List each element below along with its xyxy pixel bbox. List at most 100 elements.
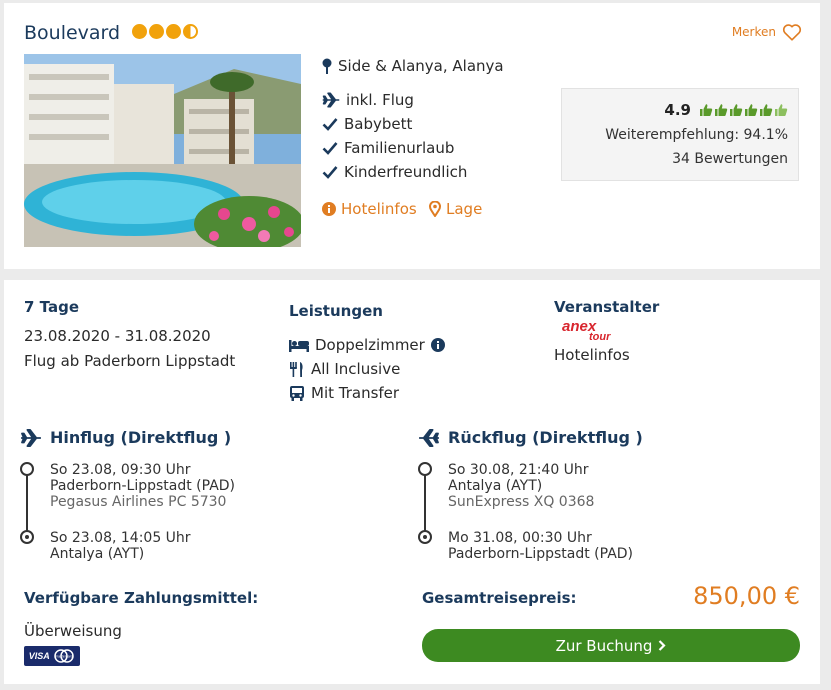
return-arr-airport: Paderborn-Lippstadt (PAD) [448, 546, 634, 562]
card-logos: VISA mastercard [24, 646, 80, 666]
thumbs-up-icon [715, 104, 728, 116]
travel-dates: 23.08.2020 - 31.08.2020 [24, 327, 211, 345]
operator-title: Veranstalter [554, 298, 660, 316]
return-arr-time: Mo 31.08, 00:30 Uhr [448, 530, 592, 546]
outbound-arrival: So 23.08, 14:05 Uhr Antalya (AYT) [50, 530, 191, 562]
operator-logo: anex tour [562, 319, 622, 345]
hotel-name[interactable]: Boulevard [24, 22, 120, 44]
outbound-timeline [20, 462, 34, 546]
location-text: Side & Alanya, Alanya [338, 57, 504, 75]
services-title: Leistungen [289, 302, 383, 320]
feature-label: Babybett [344, 115, 413, 133]
book-button[interactable]: Zur Buchung [422, 629, 800, 662]
plane-icon [21, 428, 41, 447]
hotel-photo[interactable] [24, 54, 301, 247]
thumbs-up-icon [760, 104, 773, 116]
offer-card: 7 Tage 23.08.2020 - 31.08.2020 Flug ab P… [4, 280, 820, 684]
outbound-header: Hinflug (Direktflug ) [20, 428, 231, 447]
rating-summary: 4.9 [664, 101, 788, 119]
departure-airport: Flug ab Paderborn Lippstadt [24, 352, 236, 370]
return-timeline [418, 462, 432, 546]
return-dep-time: So 30.08, 21:40 Uhr [448, 462, 589, 478]
cutlery-icon [290, 362, 303, 377]
bed-icon [289, 340, 309, 352]
lage-link[interactable]: Lage [429, 200, 482, 218]
info-icon[interactable] [430, 338, 445, 352]
mastercard-icon: mastercard [54, 649, 74, 663]
map-pin-icon [322, 58, 332, 74]
service-board: All Inclusive [289, 360, 400, 378]
lage-label: Lage [446, 200, 483, 218]
star-rating [132, 24, 198, 39]
heart-icon [782, 24, 802, 41]
return-airline: SunExpress XQ 0368 [448, 494, 595, 510]
recommendation-rate: Weiterempfehlung: 94.1% [605, 127, 788, 143]
outbound-arr-time: So 23.08, 14:05 Uhr [50, 530, 191, 546]
arrival-dot [418, 530, 432, 544]
duration: 7 Tage [24, 298, 79, 316]
service-transfer: Mit Transfer [289, 384, 399, 402]
check-icon [322, 166, 338, 179]
return-header: Rückflug (Direktflug ) [418, 428, 643, 447]
review-count[interactable]: 34 Bewertungen [672, 151, 788, 167]
check-icon [322, 118, 338, 131]
service-label: Mit Transfer [311, 384, 400, 402]
thumbs-up-icon [745, 104, 758, 116]
info-icon [322, 202, 336, 216]
thumbs-rating [699, 103, 788, 117]
chevron-right-icon [659, 640, 666, 651]
outbound-title: Hinflug (Direktflug ) [50, 428, 232, 447]
return-title: Rückflug (Direktflug ) [448, 428, 643, 447]
hotel-photo-image [24, 54, 301, 247]
feature-flight: inkl. Flug [322, 91, 414, 109]
departure-dot [20, 462, 34, 476]
hotel-card: Boulevard Merken Side & Alanya, Alanya i… [4, 3, 820, 269]
return-departure: So 30.08, 21:40 Uhr Antalya (AYT) SunExp… [448, 462, 594, 510]
outbound-airline: Pegasus Airlines PC 5730 [50, 494, 227, 510]
check-icon [322, 142, 338, 155]
service-label: All Inclusive [311, 360, 401, 378]
location: Side & Alanya, Alanya [322, 57, 504, 75]
outbound-arr-airport: Antalya (AYT) [50, 546, 145, 562]
feature-babybett: Babybett [322, 115, 412, 133]
rating-value: 4.9 [664, 101, 691, 119]
half-star-icon [183, 24, 198, 39]
map-marker-icon [429, 201, 441, 217]
star-icon [166, 24, 181, 39]
feature-kinderfreundlich: Kinderfreundlich [322, 163, 467, 181]
operator-logo-subname: tour [589, 331, 611, 343]
plane-return-icon [419, 428, 439, 447]
feature-label: inkl. Flug [346, 91, 414, 109]
departure-dot [418, 462, 432, 476]
thumbs-up-icon [730, 104, 743, 116]
return-arrival: Mo 31.08, 00:30 Uhr Paderborn-Lippstadt … [448, 530, 633, 562]
total-price: 850,00 € [693, 582, 800, 610]
book-button-label: Zur Buchung [555, 636, 653, 655]
thumbs-up-icon [775, 104, 788, 116]
outbound-dep-time: So 23.08, 09:30 Uhr [50, 462, 191, 478]
payment-method: Überweisung [24, 622, 122, 640]
total-label: Gesamtreisepreis: [422, 589, 577, 607]
hotelinfos-label: Hotelinfos [341, 200, 417, 218]
feature-label: Familienurlaub [344, 139, 455, 157]
merken-button[interactable]: Merken [732, 23, 802, 41]
thumbs-up-icon [700, 104, 713, 116]
hotelinfos-link[interactable]: Hotelinfos [322, 200, 417, 218]
plane-icon [322, 92, 340, 108]
rating-box[interactable]: 4.9 Weiterempfehlung: 94.1% 34 Bewertung… [561, 88, 799, 181]
service-label: Doppelzimmer [315, 336, 425, 354]
return-dep-airport: Antalya (AYT) [448, 478, 543, 494]
feature-label: Kinderfreundlich [344, 163, 468, 181]
payment-title: Verfügbare Zahlungsmittel: [24, 589, 259, 607]
star-icon [149, 24, 164, 39]
outbound-departure: So 23.08, 09:30 Uhr Paderborn-Lippstadt … [50, 462, 235, 510]
feature-familienurlaub: Familienurlaub [322, 139, 454, 157]
arrival-dot [20, 530, 34, 544]
star-icon [132, 24, 147, 39]
service-room: Doppelzimmer [289, 336, 445, 354]
bus-icon [290, 386, 304, 401]
visa-icon: VISA [28, 651, 50, 661]
svg-text:mastercard: mastercard [55, 655, 73, 659]
operator-hotelinfos-link[interactable]: Hotelinfos [554, 346, 630, 364]
merken-label: Merken [731, 25, 776, 39]
